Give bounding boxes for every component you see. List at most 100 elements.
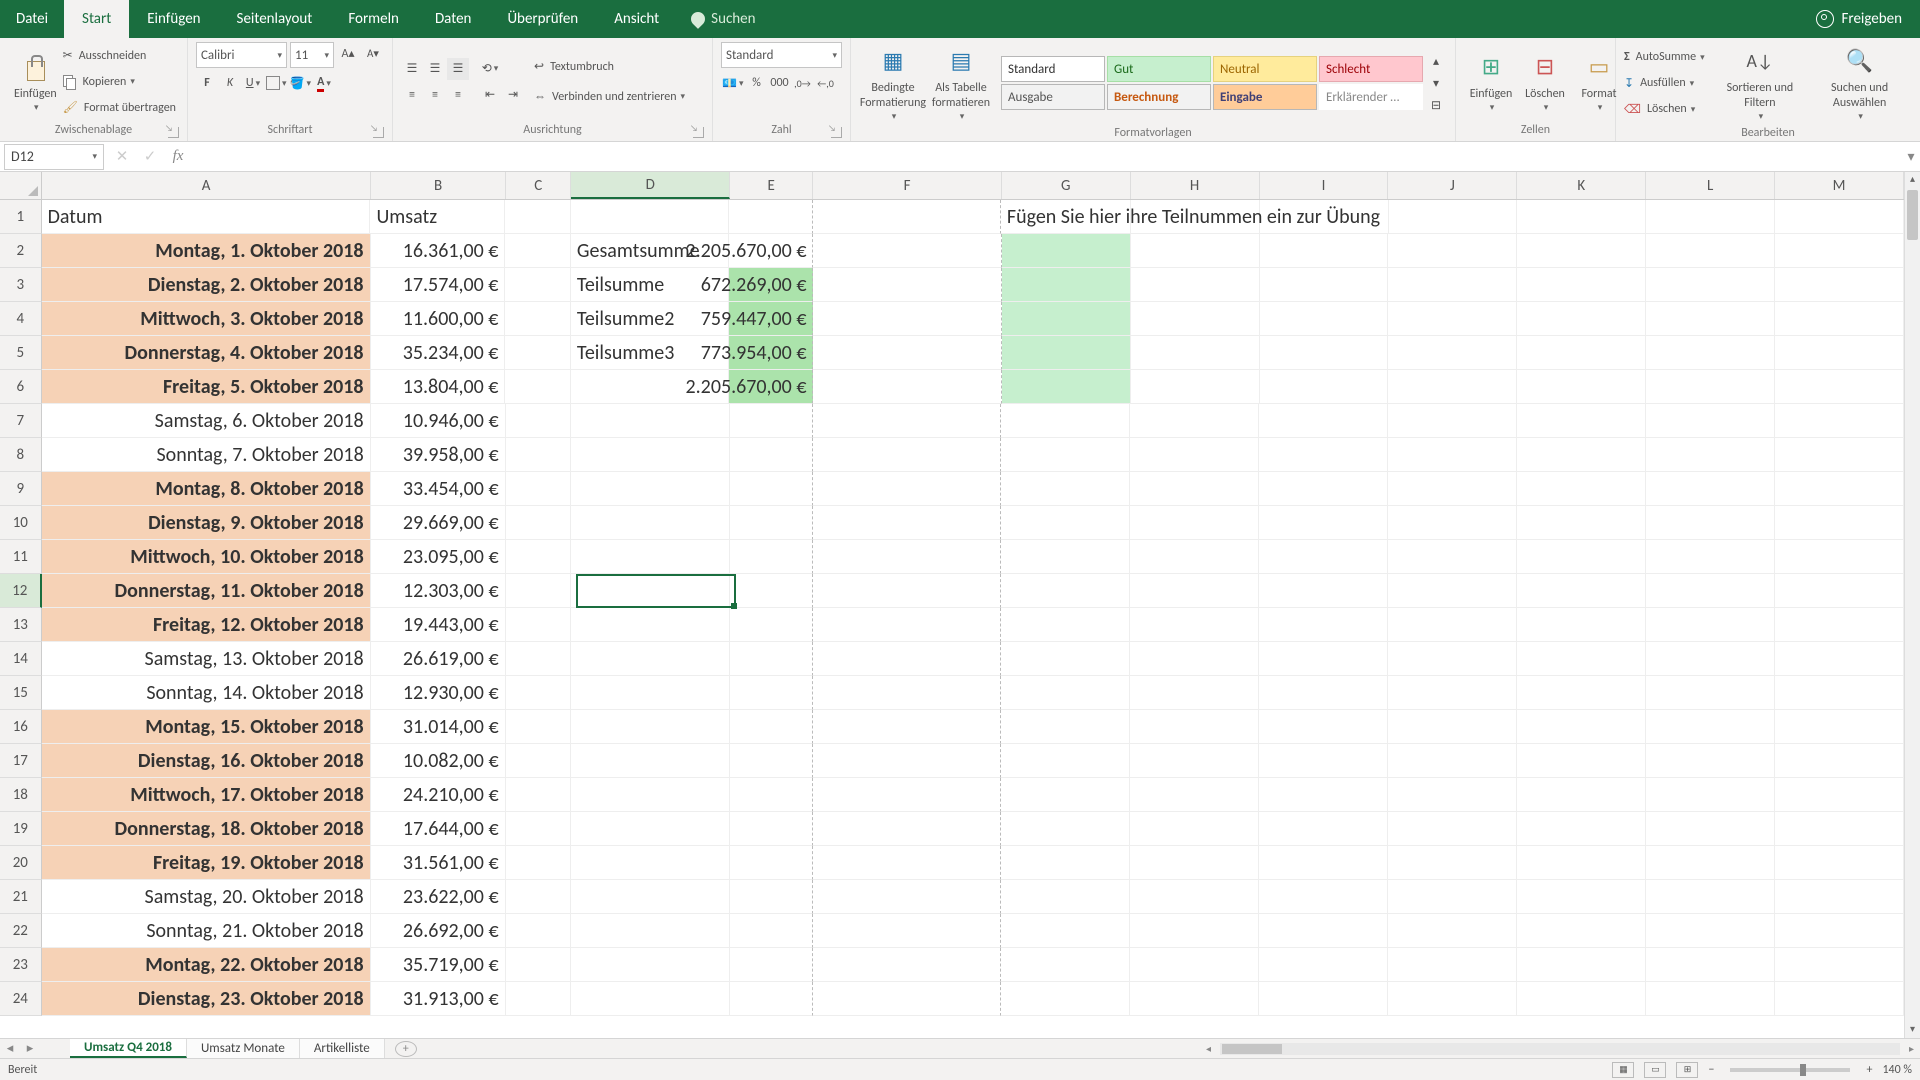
cell-A12[interactable]: Donnerstag, 11. Oktober 2018 [42,574,371,608]
cell-H4[interactable] [1131,302,1260,336]
zoom-slider[interactable] [1730,1068,1850,1072]
share-button[interactable]: Freigeben [1842,10,1902,28]
cell-M14[interactable] [1775,642,1904,676]
wrap-text-button[interactable]: ↩Textumbruch [534,54,685,80]
cell-B1[interactable]: Umsatz [370,200,505,234]
cell-C18[interactable] [506,778,572,812]
cell-H10[interactable] [1130,506,1259,540]
cell-I21[interactable] [1259,880,1388,914]
cell-M9[interactable] [1775,472,1904,506]
cell-K17[interactable] [1517,744,1646,778]
cell-L23[interactable] [1646,948,1775,982]
cell-D1[interactable] [571,200,730,234]
cell-E20[interactable] [730,846,813,880]
cell-E14[interactable] [730,642,813,676]
row-header-7[interactable]: 7 [0,404,42,438]
font-size-combo[interactable]: 11▾ [290,42,334,68]
sheet-tab-1[interactable]: Umsatz Monate [187,1039,300,1058]
font-color-button[interactable]: A▾ [313,72,335,94]
cell-E5[interactable]: 773.954,00 € [729,336,813,370]
cell-C21[interactable] [506,880,572,914]
row-header-23[interactable]: 23 [0,948,42,982]
cell-G5[interactable] [1002,336,1131,370]
styles-scroll-down[interactable]: ▾ [1425,72,1447,94]
tab-nav-prev[interactable]: ◂ [0,1041,20,1056]
cell-style-ausgabe[interactable]: Ausgabe [1001,84,1105,110]
cell-J18[interactable] [1388,778,1517,812]
cell-F4[interactable] [813,302,1001,336]
paste-button[interactable]: Einfügen▾ [8,48,63,115]
cell-J2[interactable] [1388,234,1517,268]
cell-I23[interactable] [1259,948,1388,982]
cell-E18[interactable] [730,778,813,812]
cell-I8[interactable] [1259,438,1388,472]
cell-J5[interactable] [1388,336,1517,370]
col-header-A[interactable]: A [42,172,371,199]
cell-F7[interactable] [813,404,1001,438]
cell-A8[interactable]: Sonntag, 7. Oktober 2018 [42,438,371,472]
row-header-5[interactable]: 5 [0,336,42,370]
cell-E6[interactable]: 2.205.670,00 € [729,370,813,404]
cell-B5[interactable]: 35.234,00 € [371,336,506,370]
col-header-K[interactable]: K [1517,172,1646,199]
cell-C4[interactable] [505,302,571,336]
cell-A11[interactable]: Mittwoch, 10. Oktober 2018 [42,540,371,574]
cell-M11[interactable] [1775,540,1904,574]
cell-H16[interactable] [1130,710,1259,744]
cell-B8[interactable]: 39.958,00 € [371,438,506,472]
cell-B23[interactable]: 35.719,00 € [371,948,506,982]
cell-I19[interactable] [1259,812,1388,846]
cell-G23[interactable] [1001,948,1130,982]
cell-F16[interactable] [813,710,1001,744]
cell-L19[interactable] [1646,812,1775,846]
cell-A3[interactable]: Dienstag, 2. Oktober 2018 [42,268,371,302]
styles-scroll-up[interactable]: ▴ [1425,50,1447,72]
cell-C20[interactable] [506,846,572,880]
row-header-11[interactable]: 11 [0,540,42,574]
cell-M12[interactable] [1775,574,1904,608]
cell-G21[interactable] [1001,880,1130,914]
cell-I22[interactable] [1259,914,1388,948]
bold-button[interactable]: F [196,72,218,94]
cell-C9[interactable] [506,472,572,506]
cell-G17[interactable] [1001,744,1130,778]
cell-H9[interactable] [1130,472,1259,506]
col-header-F[interactable]: F [813,172,1001,199]
cell-B10[interactable]: 29.669,00 € [371,506,506,540]
cell-F6[interactable] [813,370,1001,404]
col-header-M[interactable]: M [1775,172,1904,199]
cell-A19[interactable]: Donnerstag, 18. Oktober 2018 [42,812,371,846]
row-header-17[interactable]: 17 [0,744,42,778]
cell-C14[interactable] [506,642,572,676]
cell-K20[interactable] [1517,846,1646,880]
row-header-16[interactable]: 16 [0,710,42,744]
cell-F17[interactable] [813,744,1001,778]
cell-L7[interactable] [1646,404,1775,438]
cell-D7[interactable] [571,404,730,438]
cell-F15[interactable] [813,676,1001,710]
cell-L20[interactable] [1646,846,1775,880]
cell-A9[interactable]: Montag, 8. Oktober 2018 [42,472,371,506]
cell-J12[interactable] [1388,574,1517,608]
cell-E22[interactable] [730,914,813,948]
cell-B17[interactable]: 10.082,00 € [371,744,506,778]
cell-E13[interactable] [730,608,813,642]
cell-I18[interactable] [1259,778,1388,812]
col-header-C[interactable]: C [506,172,571,199]
cell-M16[interactable] [1775,710,1904,744]
cell-K11[interactable] [1517,540,1646,574]
cell-L1[interactable] [1646,200,1775,234]
row-header-24[interactable]: 24 [0,982,42,1016]
cell-A13[interactable]: Freitag, 12. Oktober 2018 [42,608,371,642]
cell-I16[interactable] [1259,710,1388,744]
ribbon-tab-formeln[interactable]: Formeln [330,0,417,38]
cell-A22[interactable]: Sonntag, 21. Oktober 2018 [42,914,371,948]
increase-decimal-button[interactable]: ,0→ [791,72,813,94]
cell-L12[interactable] [1646,574,1775,608]
cell-C23[interactable] [506,948,572,982]
normal-view-button[interactable]: ▦ [1612,1062,1634,1078]
row-header-1[interactable]: 1 [0,200,42,234]
cell-J17[interactable] [1388,744,1517,778]
cell-H6[interactable] [1131,370,1260,404]
cell-G9[interactable] [1001,472,1130,506]
